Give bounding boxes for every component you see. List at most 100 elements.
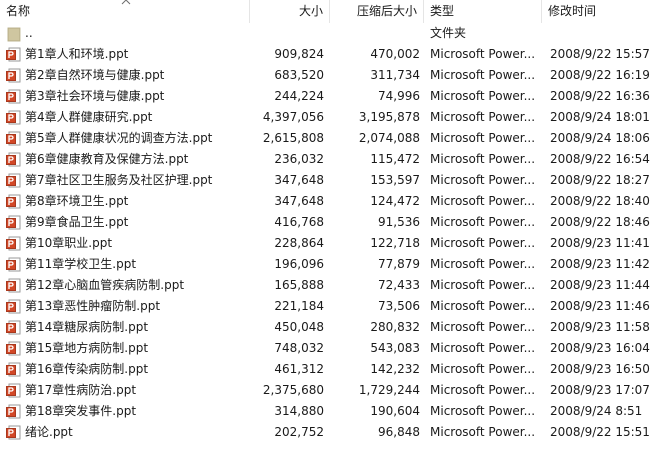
file-modified-date: 2008/9/22 18:40	[550, 194, 650, 208]
file-name: 第15章地方病防制.ppt	[25, 341, 149, 355]
file-name: 第2章自然环境与健康.ppt	[25, 68, 165, 82]
file-name-cell: 第12章心脑血管疾病防制.ppt	[6, 275, 246, 296]
file-row[interactable]: 第7章社区卫生服务及社区护理.ppt 347,648 153,597 Microsof…	[0, 170, 666, 191]
file-modified-date: 2008/9/22 16:54	[550, 152, 650, 166]
file-size: 748,032	[274, 341, 324, 355]
file-type: Microsoft Power...	[430, 362, 536, 376]
file-name-cell: 第7章社区卫生服务及社区护理.ppt	[6, 170, 246, 191]
file-name-cell: 第18章突发事件.ppt	[6, 401, 246, 422]
file-row[interactable]: 第10章职业.ppt 228,864 122,718 Microsoft Power.…	[0, 233, 666, 254]
file-row[interactable]: 第14章糖尿病防制.ppt 450,048 280,832 Microsoft Pow…	[0, 317, 666, 338]
powerpoint-file-icon	[6, 425, 21, 440]
powerpoint-file-icon	[6, 152, 21, 167]
sort-ascending-arrow-icon	[121, 0, 131, 5]
file-name: 第13章恶性肿瘤防制.ppt	[25, 299, 161, 313]
file-row[interactable]: 第3章社会环境与健康.ppt 244,224 74,996 Microsoft Pow…	[0, 86, 666, 107]
file-modified-date: 2008/9/24 18:01	[550, 110, 650, 124]
file-modified-date: 2008/9/23 11:44	[550, 278, 650, 292]
file-compressed-size: 470,002	[370, 47, 420, 61]
file-rows: .. 文件夹 第1章人和环境.ppt 909,824 470,002 Microsof…	[0, 23, 666, 443]
file-row[interactable]: 第8章环境卫生.ppt 347,648 124,472 Microsoft Power…	[0, 191, 666, 212]
file-compressed-size: 311,734	[370, 68, 420, 82]
powerpoint-file-icon	[6, 236, 21, 251]
file-name-cell: 第9章食品卫生.ppt	[6, 212, 246, 233]
file-modified-date: 2008/9/24 8:51	[550, 404, 643, 418]
file-name: 第7章社区卫生服务及社区护理.ppt	[25, 173, 213, 187]
file-size: 244,224	[274, 89, 324, 103]
file-size: 165,888	[274, 278, 324, 292]
file-compressed-size: 124,472	[370, 194, 420, 208]
file-row[interactable]: 第9章食品卫生.ppt 416,768 91,536 Microsoft Power.…	[0, 212, 666, 233]
file-name-cell: 第13章恶性肿瘤防制.ppt	[6, 296, 246, 317]
file-row[interactable]: 第4章人群健康研究.ppt 4,397,056 3,195,878 Microsoft…	[0, 107, 666, 128]
file-list-view: 名称 大小 压缩后大小 类型 修改时间 .. 文件夹 第1章人和环境.ppt 9…	[0, 0, 666, 454]
file-type: Microsoft Power...	[430, 341, 536, 355]
file-name-cell: 第8章环境卫生.ppt	[6, 191, 246, 212]
file-modified-date: 2008/9/23 17:07	[550, 383, 650, 397]
file-type: Microsoft Power...	[430, 173, 536, 187]
file-type: Microsoft Power...	[430, 110, 536, 124]
file-row[interactable]: 第17章性病防治.ppt 2,375,680 1,729,244 Microsoft …	[0, 380, 666, 401]
file-size: 683,520	[274, 68, 324, 82]
parent-folder-type: 文件夹	[430, 26, 467, 40]
column-header-size[interactable]: 大小	[250, 0, 330, 23]
parent-folder-label: ..	[25, 26, 33, 40]
file-row[interactable]: 第16章传染病防制.ppt 461,312 142,232 Microsoft Pow…	[0, 359, 666, 380]
column-header-bar: 名称 大小 压缩后大小 类型 修改时间	[0, 0, 666, 23]
file-size: 196,096	[274, 257, 324, 271]
file-row[interactable]: 第13章恶性肿瘤防制.ppt 221,184 73,506 Microsoft Pow…	[0, 296, 666, 317]
file-name: 第6章健康教育及保健方法.ppt	[25, 152, 189, 166]
parent-folder-row[interactable]: .. 文件夹	[0, 23, 666, 44]
file-modified-date: 2008/9/24 18:06	[550, 131, 650, 145]
file-name-cell: 第2章自然环境与健康.ppt	[6, 65, 246, 86]
file-size: 461,312	[274, 362, 324, 376]
file-name-cell: 第4章人群健康研究.ppt	[6, 107, 246, 128]
file-size: 347,648	[274, 194, 324, 208]
folder-up-icon	[7, 27, 21, 42]
file-name: 第3章社会环境与健康.ppt	[25, 89, 165, 103]
powerpoint-file-icon	[6, 383, 21, 398]
file-row[interactable]: 第11章学校卫生.ppt 196,096 77,879 Microsoft Power…	[0, 254, 666, 275]
file-type: Microsoft Power...	[430, 383, 536, 397]
file-name-cell: 第16章传染病防制.ppt	[6, 359, 246, 380]
column-header-size-label: 大小	[298, 4, 323, 18]
file-name-cell: 第1章人和环境.ppt	[6, 44, 246, 65]
file-size: 2,615,808	[262, 131, 324, 145]
file-row[interactable]: 第1章人和环境.ppt 909,824 470,002 Microsoft Power…	[0, 44, 666, 65]
file-type: Microsoft Power...	[430, 236, 536, 250]
file-modified-date: 2008/9/22 15:51	[550, 425, 650, 439]
file-row[interactable]: 第2章自然环境与健康.ppt 683,520 311,734 Microsoft Po…	[0, 65, 666, 86]
column-header-type[interactable]: 类型	[424, 0, 542, 23]
file-row[interactable]: 绪论.ppt 202,752 96,848 Microsoft Power... 200…	[0, 422, 666, 443]
powerpoint-file-icon	[6, 404, 21, 419]
file-compressed-size: 153,597	[370, 173, 420, 187]
file-modified-date: 2008/9/23 11:41	[550, 236, 650, 250]
column-header-modified[interactable]: 修改时间	[542, 0, 666, 23]
file-row[interactable]: 第5章人群健康状况的调查方法.ppt 2,615,808 2,074,088 Micr…	[0, 128, 666, 149]
file-type: Microsoft Power...	[430, 404, 536, 418]
file-name: 第9章食品卫生.ppt	[25, 215, 129, 229]
file-type: Microsoft Power...	[430, 89, 536, 103]
column-header-compressed-size[interactable]: 压缩后大小	[330, 0, 424, 23]
powerpoint-file-icon	[6, 89, 21, 104]
file-row[interactable]: 第6章健康教育及保健方法.ppt 236,032 115,472 Microsoft …	[0, 149, 666, 170]
file-name-cell: 第11章学校卫生.ppt	[6, 254, 246, 275]
file-compressed-size: 73,506	[378, 299, 420, 313]
file-row[interactable]: 第18章突发事件.ppt 314,880 190,604 Microsoft Powe…	[0, 401, 666, 422]
file-size: 450,048	[274, 320, 324, 334]
file-type: Microsoft Power...	[430, 299, 536, 313]
file-type: Microsoft Power...	[430, 320, 536, 334]
file-name: 第12章心脑血管疾病防制.ppt	[25, 278, 185, 292]
powerpoint-file-icon	[6, 68, 21, 83]
file-size: 2,375,680	[262, 383, 324, 397]
file-row[interactable]: 第12章心脑血管疾病防制.ppt 165,888 72,433 Microsoft P…	[0, 275, 666, 296]
file-type: Microsoft Power...	[430, 425, 536, 439]
powerpoint-file-icon	[6, 257, 21, 272]
powerpoint-file-icon	[6, 320, 21, 335]
file-modified-date: 2008/9/22 18:27	[550, 173, 650, 187]
file-row[interactable]: 第15章地方病防制.ppt 748,032 543,083 Microsoft Pow…	[0, 338, 666, 359]
column-header-name[interactable]: 名称	[0, 0, 250, 23]
file-type: Microsoft Power...	[430, 278, 536, 292]
file-modified-date: 2008/9/23 11:42	[550, 257, 650, 271]
file-modified-date: 2008/9/23 16:04	[550, 341, 650, 355]
